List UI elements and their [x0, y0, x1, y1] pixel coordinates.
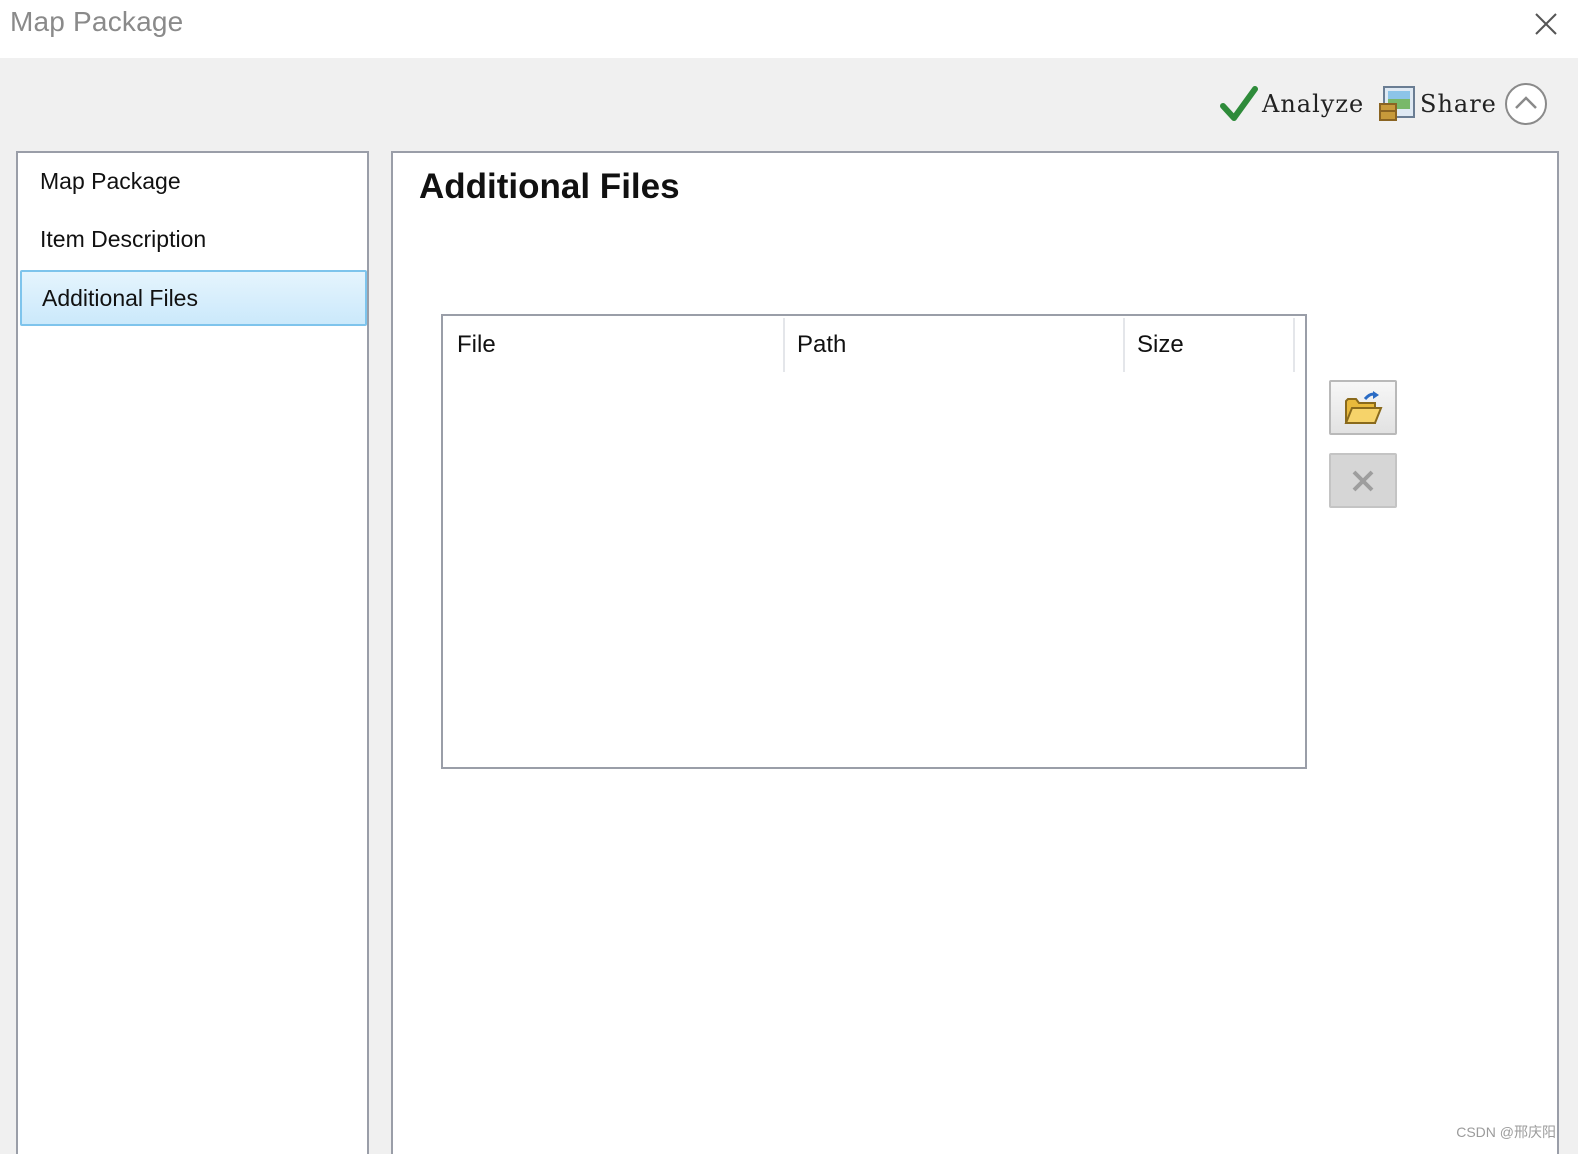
sidebar-item-additional-files[interactable]: Additional Files: [20, 270, 367, 326]
add-file-button[interactable]: [1329, 380, 1397, 435]
remove-x-icon: [1352, 470, 1374, 491]
checkmark-icon: [1220, 86, 1258, 121]
open-folder-icon: [1344, 390, 1383, 424]
sidebar-item-map-package[interactable]: Map Package: [20, 153, 367, 209]
sidebar-nav: Map Package Item Description Additional …: [16, 151, 369, 1154]
sidebar-item-label: Additional Files: [42, 284, 198, 311]
dialog-body: Analyze Share Map Package Item Descripti…: [0, 58, 1578, 1154]
window-title: Map Package: [10, 6, 184, 37]
collapse-button[interactable]: [1504, 82, 1548, 126]
main-panel: Additional Files File Path Size: [391, 151, 1559, 1154]
column-header-path[interactable]: Path: [783, 316, 1123, 374]
column-divider[interactable]: [1293, 318, 1295, 372]
table-body[interactable]: [443, 374, 1305, 767]
analyze-button[interactable]: Analyze: [1220, 82, 1364, 126]
column-header-file[interactable]: File: [443, 316, 783, 374]
map-package-window: Map Package Analyze Share Map Package It…: [0, 0, 1578, 1154]
sidebar-item-label: Item Description: [40, 225, 207, 252]
sidebar-item-label: Map Package: [40, 167, 181, 194]
chevron-up-circle-icon: [1505, 83, 1547, 125]
sidebar-item-item-description[interactable]: Item Description: [20, 211, 367, 267]
analyze-label: Analyze: [1262, 90, 1365, 118]
share-package-icon: [1379, 86, 1415, 121]
additional-files-table[interactable]: File Path Size: [441, 314, 1307, 769]
table-header: File Path Size: [443, 316, 1305, 374]
share-button[interactable]: Share: [1378, 82, 1497, 126]
page-title: Additional Files: [419, 167, 680, 206]
close-button[interactable]: [1528, 6, 1564, 42]
title-bar: Map Package: [0, 0, 1578, 58]
column-header-size[interactable]: Size: [1123, 316, 1293, 374]
watermark: CSDN @邢庆阳: [1456, 1124, 1556, 1140]
share-label: Share: [1420, 90, 1497, 118]
close-icon: [1535, 13, 1557, 35]
remove-file-button[interactable]: [1329, 453, 1397, 508]
